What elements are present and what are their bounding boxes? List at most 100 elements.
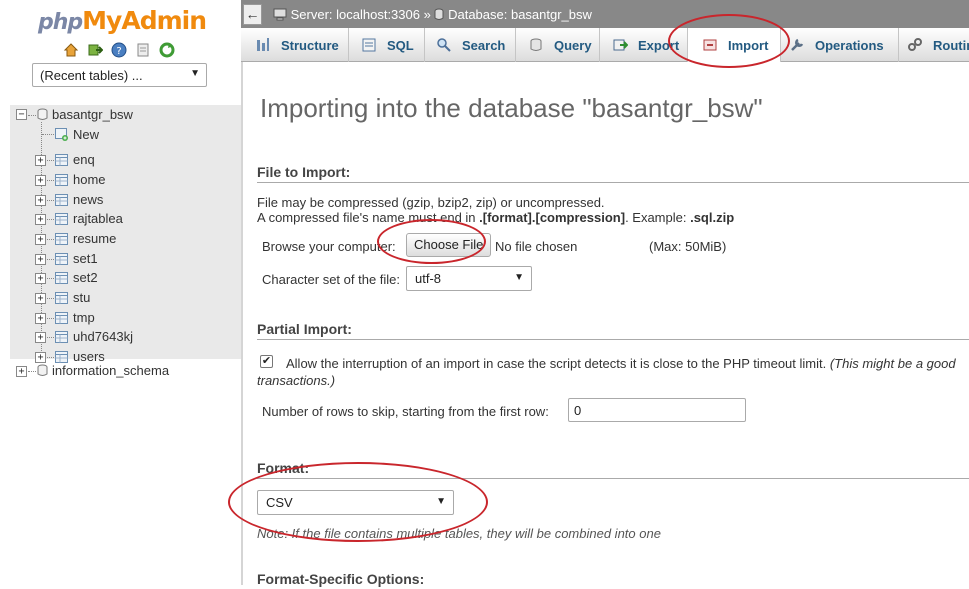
format-specific-heading: Format-Specific Options: (257, 571, 425, 587)
main-content: Importing into the database "basantgr_bs… (243, 62, 969, 587)
format-note: Note: If the file contains multiple tabl… (257, 526, 661, 541)
expand-table-enq[interactable]: + (35, 155, 46, 166)
tree-table-set2[interactable]: set2 (73, 270, 98, 288)
logout-icon[interactable] (86, 41, 104, 59)
recent-tables-select[interactable]: (Recent tables) ... ▼ (32, 63, 207, 87)
table-icon (55, 272, 68, 284)
tree-table-tmp[interactable]: tmp (73, 310, 95, 328)
tab-routines-label: Routines (933, 37, 969, 53)
database-icon (434, 8, 444, 24)
logo-php: php (38, 10, 83, 35)
tree-table-enq[interactable]: enq (73, 152, 95, 170)
expand-table-tmp[interactable]: + (35, 313, 46, 324)
reload-icon[interactable] (158, 41, 176, 59)
tab-operations[interactable]: Operations (781, 28, 899, 62)
format-note-mid: . Example: (625, 210, 691, 225)
expand-table-rajtablea[interactable]: + (35, 214, 46, 225)
page-title: Importing into the database "basantgr_bs… (260, 93, 763, 123)
compression-note: File may be compressed (gzip, bzip2, zip… (257, 195, 605, 210)
tree-table-news[interactable]: news (73, 192, 103, 210)
tab-query[interactable]: Query (516, 28, 600, 62)
format-note-example: .sql.zip (690, 210, 735, 225)
expand-db-information-schema[interactable]: + (16, 366, 27, 377)
tree-connector (47, 160, 54, 161)
nav-icon-bar: ? (62, 41, 176, 59)
database-icon (37, 108, 48, 121)
tree-table-stu[interactable]: stu (73, 290, 90, 308)
recent-tables-value: (Recent tables) ... (40, 68, 143, 83)
tree-connector (47, 298, 54, 299)
import-icon (702, 37, 718, 53)
table-icon (55, 194, 68, 206)
expand-table-resume[interactable]: + (35, 234, 46, 245)
tab-export[interactable]: Export (600, 28, 688, 62)
collapse-nav-button[interactable]: ← (243, 4, 262, 25)
breadcrumb-database[interactable]: Database: basantgr_bsw (448, 7, 592, 22)
navigation-panel: phpMyAdmin ? (Recent tables) ... ▼ − basa… (0, 0, 241, 585)
tree-table-uhd7643kj[interactable]: uhd7643kj (73, 329, 133, 347)
allow-interrupt-hint: (This might be a good (829, 356, 956, 371)
tree-table-rajtablea[interactable]: rajtablea (73, 211, 123, 229)
tree-connector (47, 357, 54, 358)
allow-interrupt-checkbox[interactable]: ✔ (260, 355, 273, 368)
phpmyadmin-logo[interactable]: phpMyAdmin (38, 6, 207, 35)
docs-icon[interactable] (134, 41, 152, 59)
tab-sql[interactable]: SQL (349, 28, 425, 62)
tab-export-label: Export (638, 37, 680, 53)
expand-table-users[interactable]: + (35, 352, 46, 363)
tree-new-table[interactable]: New (73, 127, 99, 145)
skip-rows-input[interactable]: 0 (568, 398, 746, 422)
table-icon (55, 174, 68, 186)
tree-connector (47, 278, 54, 279)
tree-db-information-schema[interactable]: information_schema (52, 363, 169, 381)
table-icon (55, 154, 68, 166)
table-icon (55, 312, 68, 324)
query-icon (528, 37, 544, 53)
format-note-pre: A compressed file's name must end in (257, 210, 480, 225)
breadcrumb: Server: localhost:3306 » Database: basan… (273, 7, 592, 24)
allow-interrupt-hint-cont: transactions.) (257, 373, 336, 388)
expand-table-set2[interactable]: + (35, 273, 46, 284)
tab-routines[interactable]: Routines (899, 28, 969, 62)
expand-table-set1[interactable]: + (35, 254, 46, 265)
tree-connector (47, 337, 54, 338)
max-size: (Max: 50MiB) (649, 239, 727, 254)
help-icon[interactable]: ? (110, 41, 128, 59)
table-icon (55, 253, 68, 265)
sql-icon (361, 37, 377, 53)
tab-import[interactable]: Import (688, 28, 781, 62)
breadcrumb-server[interactable]: Server: localhost:3306 (291, 7, 420, 22)
tab-query-label: Query (554, 37, 592, 53)
expand-table-stu[interactable]: + (35, 293, 46, 304)
new-table-icon (55, 128, 68, 141)
charset-value: utf-8 (415, 271, 442, 286)
format-heading: Format: (257, 460, 969, 479)
home-icon[interactable] (62, 41, 80, 59)
partial-import-heading: Partial Import: (257, 321, 969, 340)
tab-structure-label: Structure (281, 37, 339, 53)
tree-table-set1[interactable]: set1 (73, 251, 98, 269)
table-icon (55, 331, 68, 343)
tab-bar: Structure SQL Search Query Export Import… (241, 28, 969, 62)
tree-table-home[interactable]: home (73, 172, 106, 190)
tree-db-basantgr-bsw[interactable]: basantgr_bsw (52, 107, 133, 125)
export-icon (612, 37, 629, 53)
database-icon (37, 364, 48, 377)
tab-structure[interactable]: Structure (241, 28, 349, 62)
collapse-db-button[interactable]: − (16, 109, 27, 120)
tree-connector (47, 219, 54, 220)
skip-rows-label: Number of rows to skip, starting from th… (262, 404, 549, 419)
charset-select[interactable]: utf-8 ▼ (406, 266, 532, 291)
expand-table-news[interactable]: + (35, 195, 46, 206)
expand-table-home[interactable]: + (35, 175, 46, 186)
tree-table-resume[interactable]: resume (73, 231, 116, 249)
expand-table-uhd7643kj[interactable]: + (35, 332, 46, 343)
choose-file-button[interactable]: Choose File (406, 233, 492, 257)
wrench-icon (789, 37, 805, 53)
tab-search[interactable]: Search (425, 28, 516, 62)
structure-icon (255, 37, 271, 53)
format-select[interactable]: CSV ▼ (257, 490, 454, 515)
breadcrumb-separator: » (423, 7, 431, 22)
server-icon (273, 8, 287, 24)
routines-icon (907, 37, 923, 53)
